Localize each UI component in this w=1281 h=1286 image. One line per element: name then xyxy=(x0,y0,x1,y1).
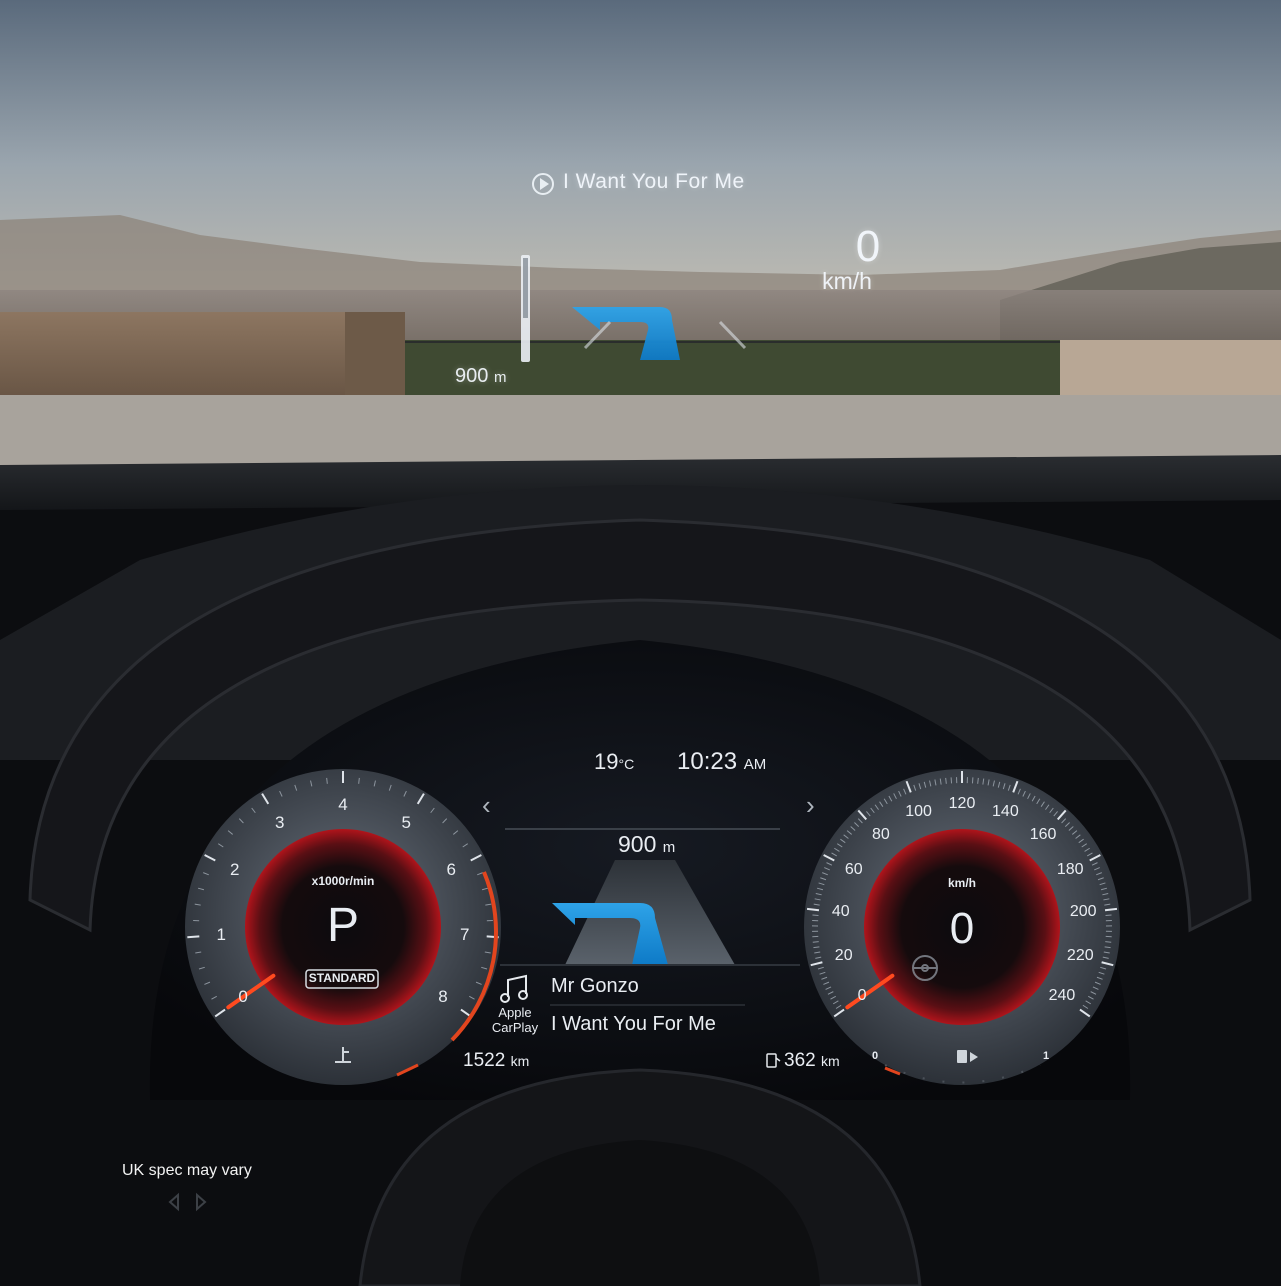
cluster-nav-distance-value: 900 xyxy=(618,831,657,857)
range-value: 362 xyxy=(784,1050,816,1071)
fuel-full-label: 1 xyxy=(1043,1050,1050,1062)
odometer: 1522 km xyxy=(463,1050,529,1072)
hud-nav-distance-value: 900 xyxy=(455,365,489,387)
tachometer-scale-label: 0 xyxy=(238,986,248,1006)
tachometer-minor-tick xyxy=(326,777,328,784)
hud-speed-unit: km/h xyxy=(822,268,872,294)
speedometer-scale-label: 140 xyxy=(992,803,1019,821)
temperature-readout: 19°C xyxy=(594,749,634,775)
speedometer-minor-tick xyxy=(977,777,979,784)
odometer-unit: km xyxy=(510,1053,530,1069)
speedometer-minor-tick xyxy=(1105,941,1112,943)
tachometer-scale-label: 2 xyxy=(230,860,240,880)
media-source-line1: Apple xyxy=(498,1005,532,1020)
hud-speed-value: 0 xyxy=(855,222,881,271)
tachometer-scale-label: 5 xyxy=(401,812,412,832)
hud-media-track: I Want You For Me xyxy=(563,170,745,193)
next-page-arrow[interactable]: › xyxy=(806,790,815,821)
speedometer-speed: 0 xyxy=(949,904,975,953)
speedometer-scale-label: 160 xyxy=(1029,826,1057,844)
hud-distance-bar xyxy=(521,255,530,362)
tachometer-scale-label: 7 xyxy=(460,924,470,944)
speedometer-scale-label: 200 xyxy=(1069,903,1097,921)
media-track: I Want You For Me xyxy=(551,1013,716,1035)
speedometer-scale-label: 40 xyxy=(831,903,850,921)
speedometer-minor-tick xyxy=(812,941,819,943)
tachometer-minor-tick xyxy=(358,777,360,784)
speedometer-scale-label: 240 xyxy=(1048,987,1076,1005)
tachometer-scale-label: 6 xyxy=(446,860,456,880)
prev-page-arrow[interactable]: ‹ xyxy=(482,790,491,821)
clock-ampm: AM xyxy=(743,756,767,773)
media-source: Apple CarPlay xyxy=(489,1005,541,1035)
tachometer-scale-label: 3 xyxy=(274,812,285,832)
speedometer-unit-label: km/h xyxy=(947,876,976,890)
range-unit: km xyxy=(820,1053,840,1069)
tachometer-scale-label: 1 xyxy=(216,924,226,944)
cluster-nav-distance-unit: m xyxy=(662,839,676,856)
spec-disclaimer: UK spec may vary xyxy=(122,1162,252,1179)
speedometer-minor-tick xyxy=(945,777,947,784)
clock: 10:23 AM xyxy=(677,748,766,776)
speedometer-scale-label: 60 xyxy=(844,861,863,879)
odometer-value: 1522 xyxy=(463,1050,506,1071)
speedometer-scale-label: 220 xyxy=(1066,947,1094,965)
tachometer-scale-label: 8 xyxy=(438,986,448,1006)
hud-nav-distance-unit: m xyxy=(493,369,507,386)
hud-dashboard-photo: I Want You For Me 0 km/h 900 m 19°C 10:2… xyxy=(0,0,1281,1286)
tachometer-scale-label: 4 xyxy=(338,794,348,814)
speedometer-scale-label: 20 xyxy=(834,947,853,965)
speedometer-scale-label: 0 xyxy=(857,987,867,1005)
drive-mode-label: STANDARD xyxy=(308,971,376,985)
temperature-unit: °C xyxy=(618,756,635,772)
range: 362 km xyxy=(784,1050,840,1072)
cluster-nav-distance: 900 m xyxy=(618,831,675,858)
speedometer-scale-label: 180 xyxy=(1056,861,1084,879)
temperature-value: 19 xyxy=(594,749,619,774)
clock-time: 10:23 xyxy=(677,748,738,775)
gear-indicator: P xyxy=(326,899,359,952)
media-artist: Mr Gonzo xyxy=(551,975,639,997)
media-source-line2: CarPlay xyxy=(491,1020,539,1035)
speedometer-scale-label: 80 xyxy=(871,826,890,844)
hud-nav-distance: 900 m xyxy=(455,365,506,388)
tachometer-unit-label: x1000r/min xyxy=(311,874,375,888)
fuel-empty-label: 0 xyxy=(872,1050,879,1062)
